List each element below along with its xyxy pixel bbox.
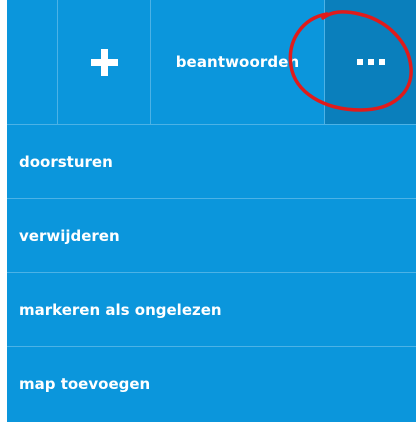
toolbar-spacer — [7, 0, 58, 124]
menu-item-forward[interactable]: doorsturen — [7, 124, 416, 198]
menu-item-delete[interactable]: verwijderen — [7, 198, 416, 272]
toolbar: beantwoorden — [7, 0, 416, 124]
add-button[interactable] — [58, 0, 151, 124]
menu-item-label: doorsturen — [19, 152, 113, 171]
menu-item-label: verwijderen — [19, 226, 120, 245]
menu-item-label: markeren als ongelezen — [19, 300, 222, 319]
reply-label: beantwoorden — [175, 53, 300, 71]
menu-item-add-folder[interactable]: map toevoegen — [7, 346, 416, 420]
action-panel: beantwoorden doorsturen verwijderen mark… — [7, 0, 416, 422]
reply-button[interactable]: beantwoorden — [151, 0, 325, 124]
plus-icon — [90, 48, 118, 76]
menu-item-mark-unread[interactable]: markeren als ongelezen — [7, 272, 416, 346]
more-options-menu: doorsturen verwijderen markeren als onge… — [7, 124, 416, 420]
ellipsis-icon — [356, 59, 385, 65]
more-options-button[interactable] — [325, 0, 416, 124]
menu-item-label: map toevoegen — [19, 374, 151, 393]
